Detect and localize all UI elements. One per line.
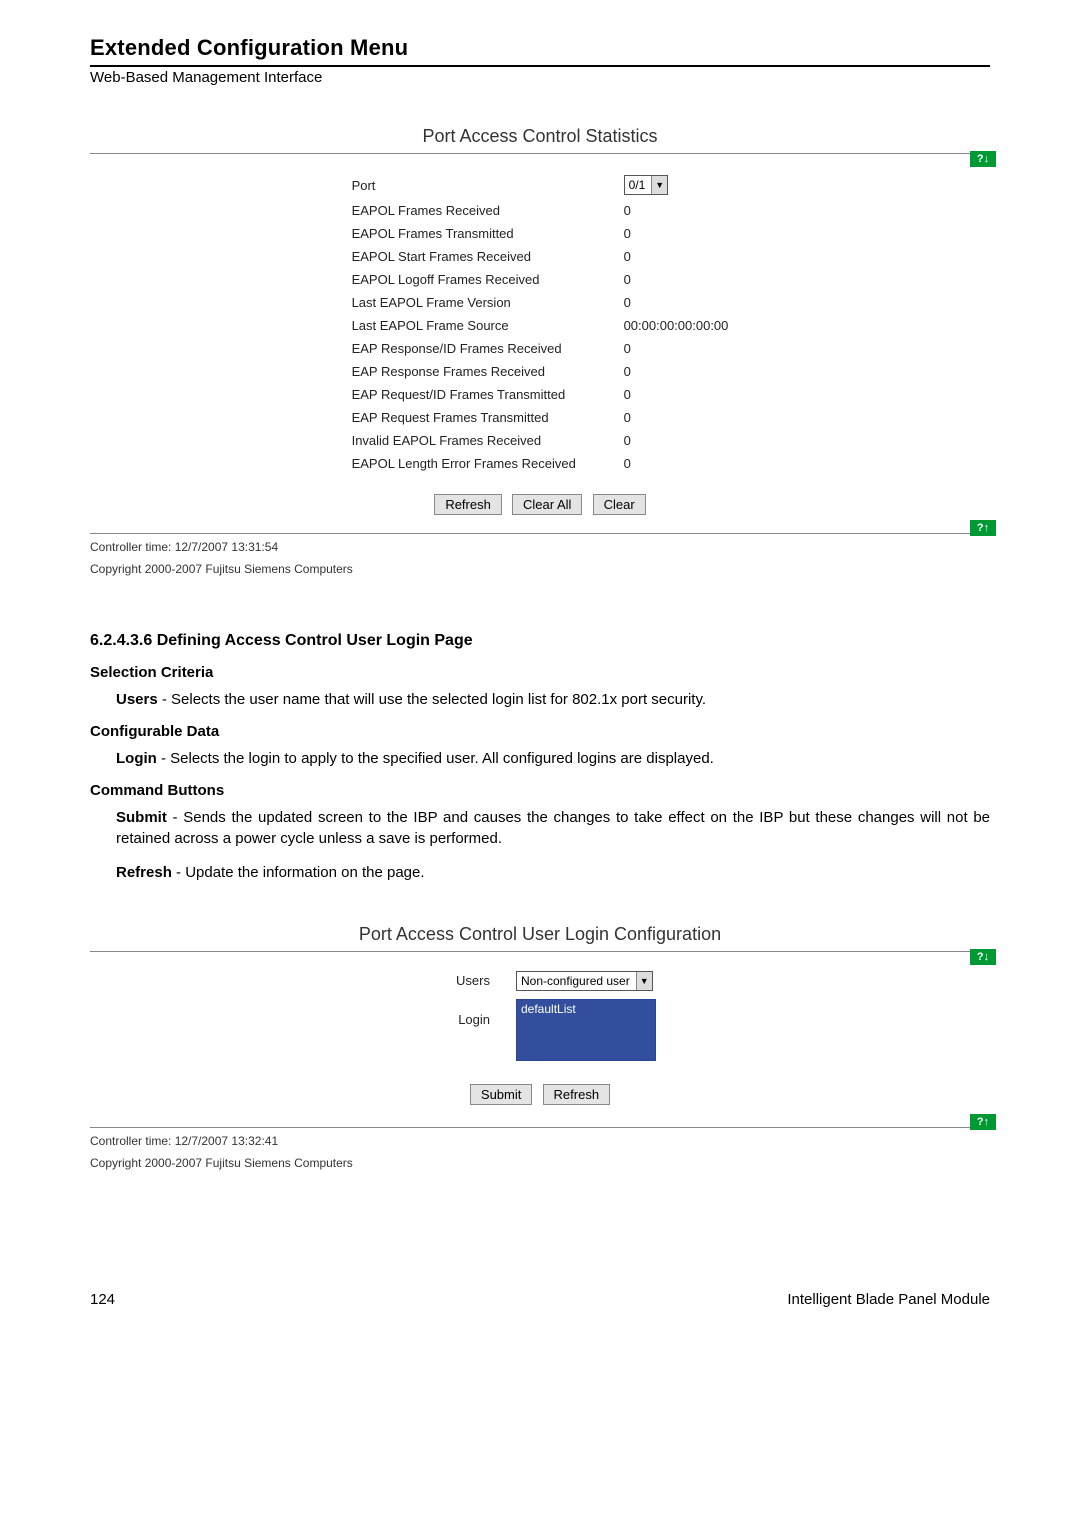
panel-stats: ?↓ Port 0/1▼ EAPOL Frames Received0 EAPO… bbox=[90, 153, 990, 534]
page-number: 124 bbox=[90, 1291, 115, 1308]
users-select[interactable]: Non-configured user ▼ bbox=[516, 971, 653, 991]
table-row: Last EAPOL Frame Source00:00:00:00:00:00 bbox=[344, 315, 737, 336]
table-row: Invalid EAPOL Frames Received0 bbox=[344, 430, 737, 451]
table-row: EAP Response/ID Frames Received0 bbox=[344, 338, 737, 359]
stat-label: Invalid EAPOL Frames Received bbox=[344, 430, 614, 451]
panel-stats-body: Port 0/1▼ EAPOL Frames Received0 EAPOL F… bbox=[90, 153, 990, 534]
command-buttons-heading: Command Buttons bbox=[90, 782, 990, 799]
stat-value: 0 bbox=[616, 269, 737, 290]
login-listbox[interactable]: defaultList bbox=[516, 999, 656, 1061]
stat-value: 0 bbox=[616, 384, 737, 405]
stat-value: 0 bbox=[616, 338, 737, 359]
submit-desc: Submit - Sends the updated screen to the… bbox=[116, 807, 990, 851]
stat-label: EAPOL Frames Transmitted bbox=[344, 223, 614, 244]
stat-label: Port bbox=[344, 172, 614, 198]
chevron-down-icon: ▼ bbox=[636, 972, 652, 990]
page-subtitle: Web-Based Management Interface bbox=[90, 69, 990, 86]
stat-value: 0 bbox=[616, 430, 737, 451]
refresh-button[interactable]: Refresh bbox=[543, 1084, 611, 1105]
panel-login: ?↓ Users Non-configured user▼ Login defa… bbox=[90, 951, 990, 1128]
stat-label: EAPOL Length Error Frames Received bbox=[344, 453, 614, 474]
chevron-down-icon: ▼ bbox=[651, 176, 667, 194]
table-row: EAP Response Frames Received0 bbox=[344, 361, 737, 382]
stat-label: EAPOL Logoff Frames Received bbox=[344, 269, 614, 290]
stat-value: 00:00:00:00:00:00 bbox=[616, 315, 737, 336]
table-row: Login defaultList bbox=[416, 996, 664, 1064]
table-row: EAP Request Frames Transmitted0 bbox=[344, 407, 737, 428]
table-row: EAPOL Start Frames Received0 bbox=[344, 246, 737, 267]
submit-button[interactable]: Submit bbox=[470, 1084, 532, 1105]
controller-time: Controller time: 12/7/2007 13:32:41 bbox=[90, 1134, 990, 1150]
stat-label: Last EAPOL Frame Source bbox=[344, 315, 614, 336]
port-select[interactable]: 0/1 ▼ bbox=[624, 175, 669, 195]
book-title: Intelligent Blade Panel Module bbox=[787, 1291, 990, 1308]
table-row: Last EAPOL Frame Version0 bbox=[344, 292, 737, 313]
stat-value: 0 bbox=[616, 292, 737, 313]
button-row: Submit Refresh bbox=[100, 1084, 980, 1105]
help-up-icon[interactable]: ?↑ bbox=[970, 1114, 996, 1130]
table-row: Port 0/1 ▼ bbox=[344, 172, 737, 198]
panel-login-body: Users Non-configured user ▼ Login default… bbox=[90, 951, 990, 1128]
stat-label: EAPOL Start Frames Received bbox=[344, 246, 614, 267]
clear-button[interactable]: Clear bbox=[593, 494, 646, 515]
login-label: Login bbox=[416, 996, 506, 1064]
copyright-line: Copyright 2000-2007 Fujitsu Siemens Comp… bbox=[90, 562, 990, 578]
configurable-data-heading: Configurable Data bbox=[90, 723, 990, 740]
login-option[interactable]: defaultList bbox=[521, 1002, 651, 1016]
controller-time: Controller time: 12/7/2007 13:31:54 bbox=[90, 540, 990, 556]
stat-label: EAP Request/ID Frames Transmitted bbox=[344, 384, 614, 405]
table-row: EAPOL Frames Transmitted0 bbox=[344, 223, 737, 244]
stat-label: EAP Response Frames Received bbox=[344, 361, 614, 382]
selection-criteria-heading: Selection Criteria bbox=[90, 664, 990, 681]
configurable-data-body: Login - Selects the login to apply to th… bbox=[116, 748, 990, 770]
login-table: Users Non-configured user ▼ Login default… bbox=[414, 966, 666, 1066]
panel-stats-title: Port Access Control Statistics bbox=[90, 126, 990, 147]
stats-table: Port 0/1▼ EAPOL Frames Received0 EAPOL F… bbox=[342, 170, 739, 476]
table-row: Users Non-configured user ▼ bbox=[416, 968, 664, 994]
refresh-button[interactable]: Refresh bbox=[434, 494, 502, 515]
users-select-value: Non-configured user bbox=[521, 974, 630, 988]
page-title: Extended Configuration Menu bbox=[90, 35, 990, 63]
selection-criteria-body: Users - Selects the user name that will … bbox=[116, 689, 990, 711]
stat-value: 0 bbox=[616, 223, 737, 244]
copyright-line: Copyright 2000-2007 Fujitsu Siemens Comp… bbox=[90, 1156, 990, 1172]
title-rule bbox=[90, 65, 990, 67]
stat-label: Last EAPOL Frame Version bbox=[344, 292, 614, 313]
clear-all-button[interactable]: Clear All bbox=[512, 494, 582, 515]
stat-value: 0 bbox=[616, 361, 737, 382]
stat-value: 0 bbox=[616, 200, 737, 221]
section-heading: 6.2.4.3.6 Defining Access Control User L… bbox=[90, 632, 990, 650]
stat-label: EAP Request Frames Transmitted bbox=[344, 407, 614, 428]
help-up-icon[interactable]: ?↑ bbox=[970, 520, 996, 536]
table-row: EAPOL Frames Received0 bbox=[344, 200, 737, 221]
page-footer: 124 Intelligent Blade Panel Module bbox=[90, 1291, 990, 1308]
stat-label: EAP Response/ID Frames Received bbox=[344, 338, 614, 359]
port-select-value: 0/1 bbox=[629, 178, 646, 192]
button-row: Refresh Clear All Clear bbox=[100, 494, 980, 515]
refresh-desc: Refresh - Update the information on the … bbox=[116, 862, 990, 884]
table-row: EAPOL Length Error Frames Received0 bbox=[344, 453, 737, 474]
stat-value: 0 bbox=[616, 246, 737, 267]
stat-value: 0 bbox=[616, 453, 737, 474]
help-icon[interactable]: ?↓ bbox=[970, 949, 996, 965]
stat-label: EAPOL Frames Received bbox=[344, 200, 614, 221]
stat-value: 0 bbox=[616, 407, 737, 428]
table-row: EAPOL Logoff Frames Received0 bbox=[344, 269, 737, 290]
help-icon[interactable]: ?↓ bbox=[970, 151, 996, 167]
users-label: Users bbox=[416, 968, 506, 994]
panel-login-title: Port Access Control User Login Configura… bbox=[90, 924, 990, 945]
table-row: EAP Request/ID Frames Transmitted0 bbox=[344, 384, 737, 405]
